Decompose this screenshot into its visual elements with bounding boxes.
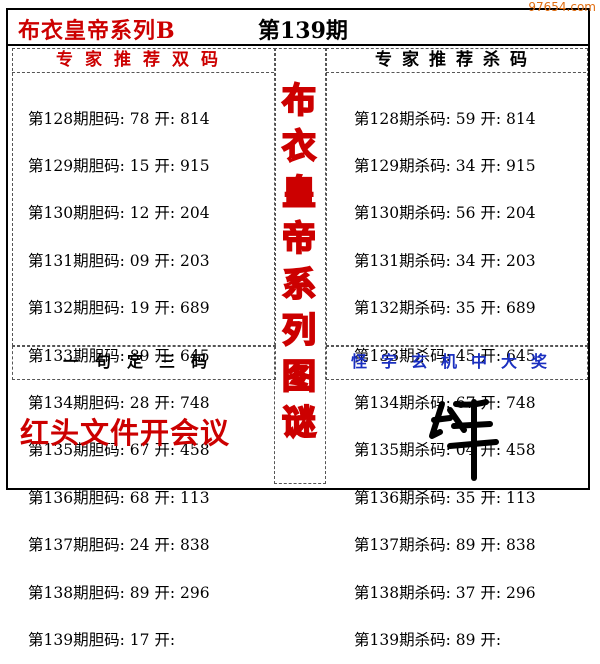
list-item: 第137期胆码: 24 开: 838 [28, 536, 210, 555]
list-item: 第139期胆码: 17 开: [28, 630, 176, 649]
list-item: 第129期杀码: 34 开: 915 [354, 156, 536, 175]
vertical-title-char: 谜 [281, 402, 317, 444]
left-panel-header: 专家推荐双码 [12, 48, 274, 73]
page-title: 布衣皇帝系列B [18, 18, 176, 44]
list-item: 第128期杀码: 59 开: 814 [354, 109, 536, 128]
right-slogan: 怪字玄机中大奖 [350, 352, 561, 371]
vertical-title-char: 布 [281, 80, 317, 122]
site-watermark: 97654.com [528, 0, 596, 14]
vertical-title: 布 衣 皇 帝 系 列 图 谜 [276, 78, 322, 446]
vertical-title-char: 系 [281, 264, 317, 306]
vertical-title-char: 列 [281, 310, 317, 352]
list-item: 第138期杀码: 37 开: 296 [354, 583, 536, 602]
riddle-clue: 红头文件开会议 [20, 416, 231, 450]
title-bar: 布衣皇帝系列B 第139期 [8, 10, 588, 46]
right-panel-header: 专家推荐杀码 [326, 48, 586, 73]
left-slogan: 一句定三码 [62, 352, 223, 371]
list-item: 第138期胆码: 89 开: 296 [28, 583, 210, 602]
vertical-title-char: 图 [281, 356, 317, 398]
list-item: 第130期杀码: 56 开: 204 [354, 204, 536, 223]
vertical-title-char: 衣 [281, 126, 317, 168]
list-item: 第132期杀码: 35 开: 689 [354, 299, 536, 318]
list-item: 第139期杀码: 89 开: [354, 630, 502, 649]
list-item: 第130期胆码: 12 开: 204 [28, 204, 210, 223]
vertical-title-char: 皇 [281, 172, 317, 214]
list-item: 第131期杀码: 34 开: 203 [354, 251, 536, 270]
list-item: 第129期胆码: 15 开: 915 [28, 156, 210, 175]
list-item: 第136期杀码: 35 开: 113 [354, 488, 536, 507]
list-item: 第137期杀码: 89 开: 838 [354, 536, 536, 555]
vertical-title-char: 帝 [281, 218, 317, 260]
riddle-glyph-image [429, 399, 499, 481]
issue-number: 第139期 [258, 18, 348, 44]
list-item: 第131期胆码: 09 开: 203 [28, 251, 210, 270]
list-item: 第132期胆码: 19 开: 689 [28, 299, 210, 318]
list-item: 第136期胆码: 68 开: 113 [28, 488, 210, 507]
list-item: 第128期胆码: 78 开: 814 [28, 109, 210, 128]
